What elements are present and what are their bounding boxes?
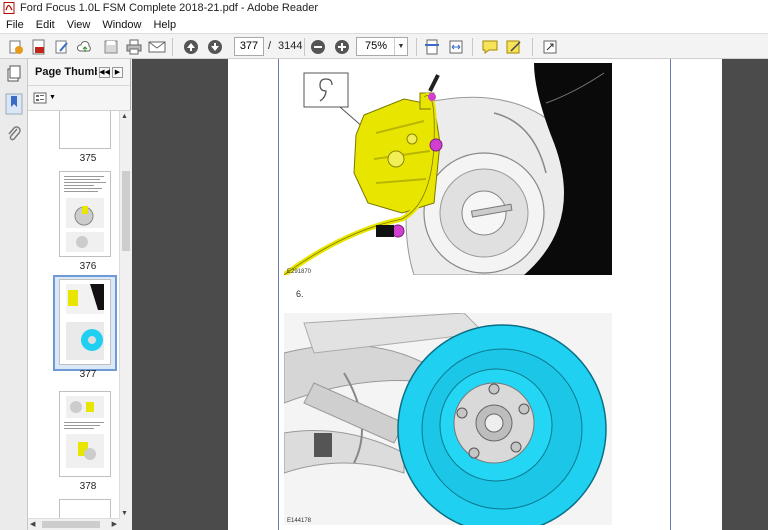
caliper-illustration xyxy=(284,63,612,275)
print-icon[interactable] xyxy=(124,37,144,57)
zoom-select[interactable]: 75% ▼ xyxy=(356,37,408,56)
thumbnail-page[interactable] xyxy=(59,171,111,257)
prev-page-icon[interactable] xyxy=(181,37,201,57)
panel-options: ▼ xyxy=(28,86,130,109)
panel-title: Page Thumbn... xyxy=(35,66,97,78)
document-view[interactable]: x2 E291870 6. E144178 xyxy=(132,59,768,530)
email-icon[interactable] xyxy=(147,37,167,57)
page-thumbnails-icon[interactable] xyxy=(6,65,22,86)
page-thumbnails-panel: Page Thumbn... ◀◀ ▶ ▼ 375 376 xyxy=(28,59,131,530)
create-pdf-icon[interactable] xyxy=(6,37,26,57)
toolbar: 377 / 3144 75% ▼ xyxy=(0,33,768,59)
menu-bar: File Edit View Window Help xyxy=(0,16,768,33)
thumbnail-label: 376 xyxy=(79,261,97,272)
scroll-left-icon[interactable]: ◀ xyxy=(30,520,35,528)
pdf-page: x2 E291870 6. E144178 xyxy=(228,59,722,530)
thumbnail-page-selected[interactable] xyxy=(59,279,111,365)
save-icon[interactable] xyxy=(101,37,121,57)
thumbnails-scrollbar[interactable]: ▲ ▼ xyxy=(119,111,131,530)
zoom-in-icon[interactable] xyxy=(332,37,352,57)
bookmarks-icon[interactable] xyxy=(5,93,23,118)
step-number: 6. xyxy=(296,289,304,299)
page-number-input[interactable]: 377 xyxy=(234,37,264,56)
thumbnail-label: 375 xyxy=(79,153,97,164)
comment-icon[interactable] xyxy=(480,37,500,57)
navigation-pane-strip xyxy=(0,59,28,530)
menu-edit[interactable]: Edit xyxy=(30,19,61,31)
figure-id-label: E291870 xyxy=(287,269,312,275)
scroll-right-icon[interactable]: ▶ xyxy=(112,520,117,528)
fit-page-icon[interactable] xyxy=(422,37,442,57)
fit-width-icon[interactable] xyxy=(446,37,466,57)
zoom-out-icon[interactable] xyxy=(308,37,328,57)
options-menu-icon[interactable]: ▼ xyxy=(33,92,56,104)
scroll-down-icon[interactable]: ▼ xyxy=(121,510,128,517)
zoom-value: 75% xyxy=(365,40,388,52)
thumbnail-page[interactable] xyxy=(59,111,111,149)
thumbnail-label: 377 xyxy=(79,369,97,380)
window-title: Ford Focus 1.0L FSM Complete 2018-21.pdf… xyxy=(20,2,318,14)
callout-x2-label: x2 xyxy=(321,229,330,238)
pdf-icon[interactable] xyxy=(29,37,49,57)
menu-window[interactable]: Window xyxy=(96,19,147,31)
brake-rotor-illustration xyxy=(284,313,612,525)
title-bar: Ford Focus 1.0L FSM Complete 2018-21.pdf… xyxy=(0,0,768,16)
page-margin-line xyxy=(670,59,671,530)
scrollbar-thumb[interactable] xyxy=(122,171,130,251)
sign-icon[interactable] xyxy=(504,37,524,57)
upload-cloud-icon[interactable] xyxy=(75,37,95,57)
collapse-left-icon[interactable]: ◀◀ xyxy=(99,66,110,78)
hscrollbar-thumb[interactable] xyxy=(42,521,100,528)
menu-help[interactable]: Help xyxy=(147,19,182,31)
thumbnail-page[interactable] xyxy=(59,391,111,477)
adobe-reader-icon xyxy=(3,2,15,14)
page-margin-line xyxy=(278,59,279,530)
thumbnails-list: 375 376 377 378 ▲ ▼ ◀ ▶ xyxy=(28,110,131,530)
thumbnail-label: 378 xyxy=(79,481,97,492)
expand-right-icon[interactable]: ▶ xyxy=(112,66,123,78)
menu-view[interactable]: View xyxy=(61,19,97,31)
menu-file[interactable]: File xyxy=(0,19,30,31)
page-total: 3144 xyxy=(278,40,303,52)
fullscreen-icon[interactable] xyxy=(540,37,560,57)
page-separator: / xyxy=(268,40,272,52)
panel-header: Page Thumbn... ◀◀ ▶ xyxy=(28,59,130,86)
attachments-icon[interactable] xyxy=(6,125,22,146)
figure-id-label: E144178 xyxy=(287,518,312,524)
thumbnails-hscrollbar[interactable]: ◀ ▶ xyxy=(28,518,120,530)
edit-icon[interactable] xyxy=(52,37,72,57)
scroll-up-icon[interactable]: ▲ xyxy=(121,113,128,120)
chevron-down-icon[interactable]: ▼ xyxy=(394,38,407,55)
next-page-icon[interactable] xyxy=(205,37,225,57)
